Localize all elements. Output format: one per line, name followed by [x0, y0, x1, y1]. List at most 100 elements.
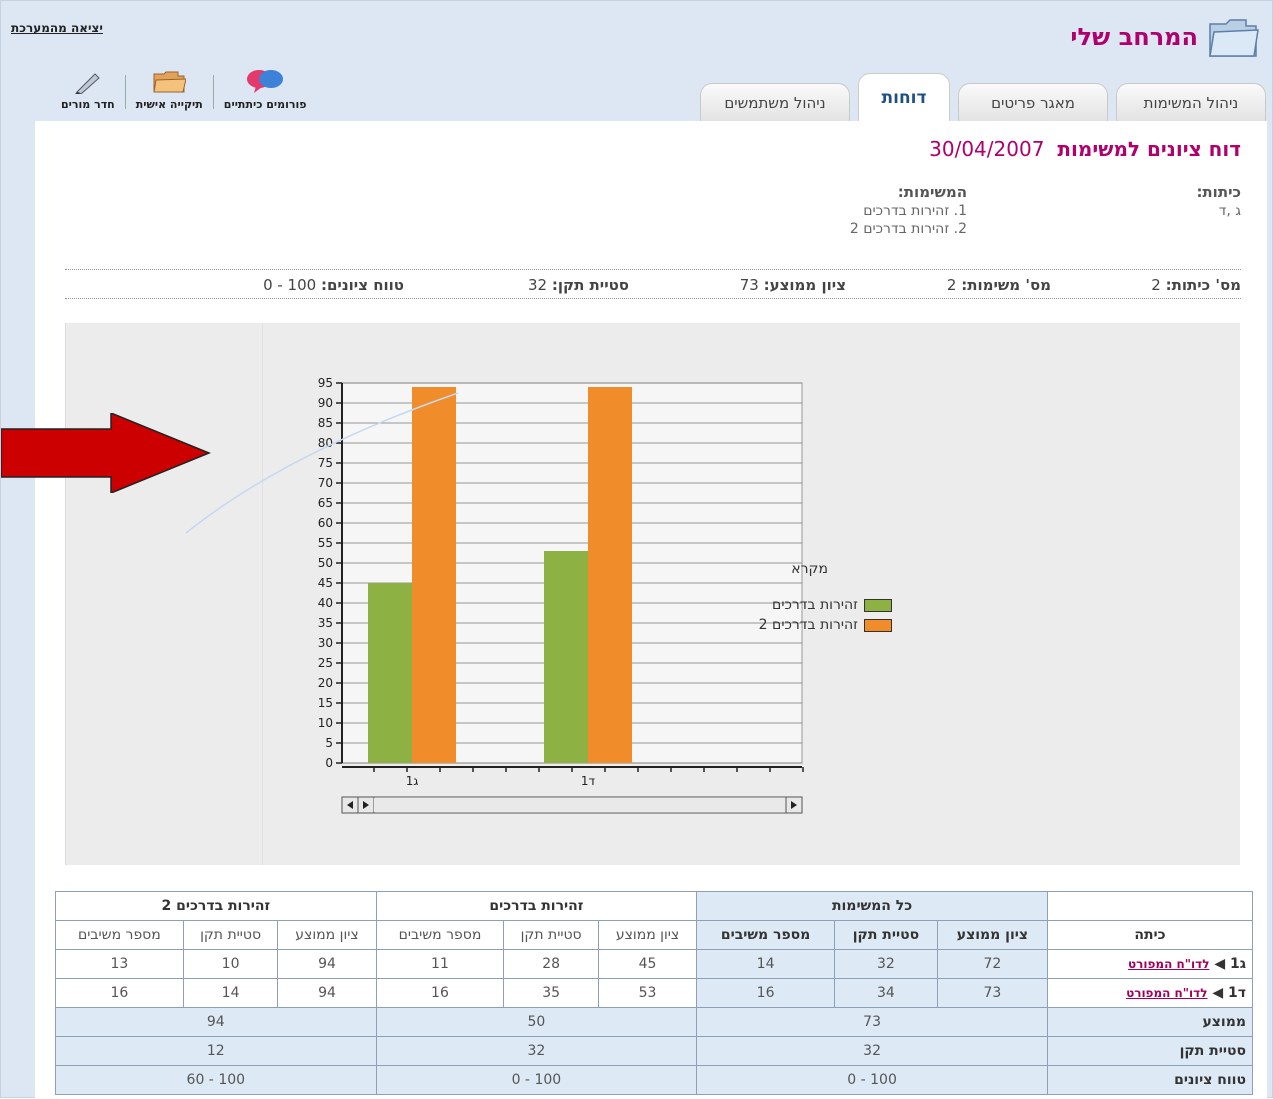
util-label: תיקייה אישית [135, 98, 203, 111]
table-cell: 32 [834, 949, 938, 979]
table-header-empty [1047, 891, 1253, 921]
util-personal-folder[interactable]: תיקייה אישית [126, 70, 213, 111]
y-tick-label: 55 [318, 536, 333, 550]
legend-label: זהירות בדרכים 2 [758, 617, 858, 633]
y-axis: 95908580757065605550454035302520151050 [318, 376, 343, 770]
app-title: המרחב שלי [1070, 23, 1198, 51]
summary-cell: 0 - 100 [375, 1065, 698, 1095]
util-label: פורומים כיתתיים [223, 98, 307, 111]
y-tick-label: 75 [318, 456, 333, 470]
stat-value: 0 - 100 [263, 276, 317, 294]
y-tick-label: 20 [318, 676, 333, 690]
util-teachers-room[interactable]: חדר מורים [51, 70, 125, 111]
util-class-forums[interactable]: פורומים כיתתיים [214, 68, 317, 111]
summary-cell: 32 [375, 1036, 698, 1066]
tab-reports[interactable]: דוחות [858, 73, 950, 121]
table-header-all-tasks: כל המשימות [696, 891, 1048, 921]
table-row: ג1 ◀ לדו"ח המפורט 72 32 14 45 28 11 94 1… [55, 949, 1253, 979]
table-row: ממוצע 73 50 94 [55, 1007, 1253, 1037]
chat-bubbles-icon [247, 70, 284, 93]
utility-links: חדר מורים תיקייה אישית פורומים כיתתיים [51, 63, 317, 111]
y-tick-label: 50 [318, 556, 333, 570]
scrollbar-thumb[interactable] [374, 798, 786, 812]
y-tick-label: 5 [325, 736, 333, 750]
main-tabs: ניהול המשימות מאגר פריטים דוחות ניהול מש… [700, 73, 1266, 121]
summary-label: סטיית תקן [1047, 1036, 1253, 1066]
tasks-label: המשימות: [897, 183, 967, 201]
y-tick-label: 45 [318, 576, 333, 590]
summary-cell: 32 [696, 1036, 1048, 1066]
detailed-report-link[interactable]: לדו"ח המפורט [1128, 957, 1209, 971]
legend-swatch [864, 598, 892, 612]
y-tick-label: 90 [318, 396, 333, 410]
class-cell: ד1 ◀ לדו"ח המפורט [1047, 978, 1253, 1008]
y-tick-label: 25 [318, 656, 333, 670]
tasks-block: המשימות: 1. זהירות בדרכים 2. זהירות בדרכ… [850, 183, 967, 237]
x-tick-label: ג1 [406, 774, 419, 788]
red-arrow-icon [1, 413, 211, 493]
logout-link[interactable]: יציאה מהמערכת [11, 21, 103, 35]
report-date: 30/04/2007 [929, 137, 1045, 161]
table-cell: 45 [597, 949, 698, 979]
x-axis: ג1 ד1 [342, 766, 804, 788]
table-cell: 73 [936, 978, 1049, 1008]
bar [544, 551, 588, 763]
table-row: סטיית תקן 32 32 12 [55, 1036, 1253, 1066]
table-subheader: מספר משיבים [696, 920, 836, 950]
top-header: המרחב שלי יציאה מהמערכת חדר מורים תיקייה… [1, 1, 1273, 121]
table-cell: 13 [55, 949, 184, 979]
table-header-task-1: זהירות בדרכים [375, 891, 698, 921]
bar [412, 387, 456, 763]
summary-cell: 12 [55, 1036, 377, 1066]
y-tick-label: 70 [318, 476, 333, 490]
x-tick-label: ד1 [581, 774, 596, 788]
table-row: כל המשימות זהירות בדרכים זהירות בדרכים 2 [55, 891, 1253, 921]
pen-icon [74, 73, 100, 94]
table-header-class: כיתה [1047, 920, 1253, 950]
table-cell: 28 [503, 949, 599, 979]
y-tick-label: 85 [318, 416, 333, 430]
stat-label: סטיית תקן: [551, 276, 629, 294]
table-row: ד1 ◀ לדו"ח המפורט 73 34 16 53 35 16 94 1… [55, 978, 1253, 1008]
table-subheader: ציון ממוצע [936, 920, 1049, 950]
folder-icon [153, 71, 187, 93]
stat-std-dev: סטיית תקן: 32 [528, 276, 629, 294]
table-subheader: סטיית תקן [503, 920, 599, 950]
classes-block: כיתות: ג ,ד [1196, 183, 1241, 219]
table-cell: 16 [375, 978, 505, 1008]
y-tick-label: 10 [318, 716, 333, 730]
table-subheader: סטיית תקן [182, 920, 279, 950]
classes-label: כיתות: [1196, 183, 1241, 201]
app-window: המרחב שלי יציאה מהמערכת חדר מורים תיקייה… [0, 0, 1273, 1099]
detailed-report-link[interactable]: לדו"ח המפורט [1126, 986, 1207, 1000]
y-tick-label: 15 [318, 696, 333, 710]
classes-value: ג ,ד [1218, 203, 1241, 219]
summary-stats: מס' כיתות: 2 מס' משימות: 2 ציון ממוצע: 7… [65, 269, 1241, 299]
tab-item-bank[interactable]: מאגר פריטים [958, 83, 1108, 121]
table-cell: 94 [277, 949, 377, 979]
table-cell: 35 [503, 978, 599, 1008]
table-subheader: מספר משיבים [375, 920, 505, 950]
tab-manage-tasks[interactable]: ניהול המשימות [1116, 83, 1266, 121]
table-header-task-2: זהירות בדרכים 2 [55, 891, 377, 921]
util-label: חדר מורים [61, 98, 115, 111]
tab-manage-users[interactable]: ניהול משתמשים [700, 83, 850, 121]
brand: המרחב שלי [1070, 13, 1260, 61]
stat-average: ציון ממוצע: 73 [740, 276, 846, 294]
table-cell: 94 [277, 978, 377, 1008]
stat-num-tasks: מס' משימות: 2 [947, 276, 1051, 294]
y-tick-label: 60 [318, 516, 333, 530]
table-cell: 14 [182, 978, 279, 1008]
report-title: דוח ציונים למשימות 30/04/2007 [929, 137, 1241, 161]
summary-cell: 0 - 100 [696, 1065, 1048, 1095]
stat-label: ציון ממוצע: [763, 276, 846, 294]
task-item: 1. זהירות בדרכים [863, 203, 967, 219]
summary-label: ממוצע [1047, 1007, 1253, 1037]
summary-label: טווח ציונים [1047, 1065, 1253, 1095]
class-name: ד1 [1228, 985, 1246, 1001]
y-tick-label: 30 [318, 636, 333, 650]
legend-item: זהירות בדרכים 2 [759, 617, 892, 633]
chart-scrollbar[interactable] [341, 796, 803, 814]
chart-panel: 95 90 85 80 75 70 65 60 55 50 45 40 35 30 25 20 15 10 5 0 ג… [65, 323, 1240, 865]
table-subheader: ציון ממוצע [597, 920, 698, 950]
